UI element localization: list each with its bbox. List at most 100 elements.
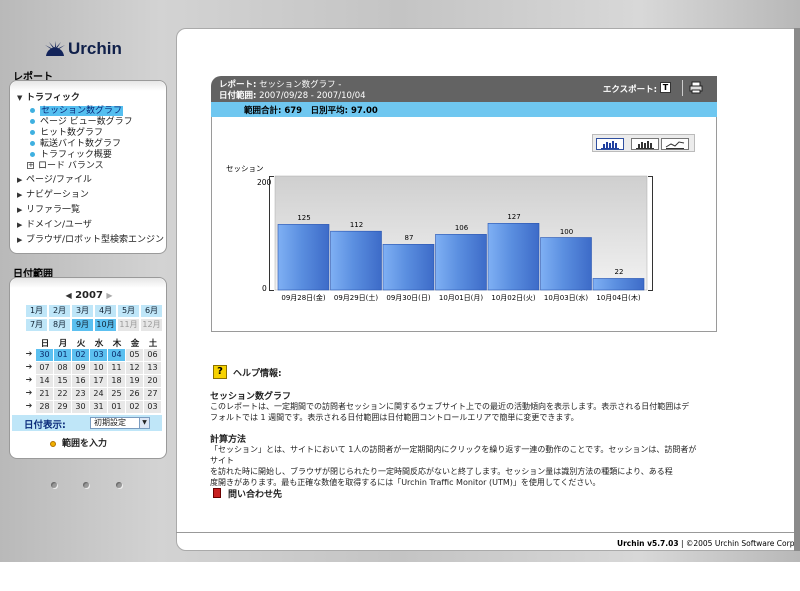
weekday-header: 水	[94, 339, 104, 349]
summary-bar: 範囲合計: 679 日別平均: 97.00	[211, 102, 717, 117]
collapsed-arrow-icon: ▶	[17, 191, 23, 199]
date-display-value: 初期設定	[94, 418, 126, 427]
day-cell[interactable]: 30	[36, 349, 53, 361]
day-cell[interactable]: 10	[90, 362, 107, 374]
nav-traffic[interactable]: ▼ トラフィック	[17, 90, 80, 103]
plus-icon: +	[27, 161, 34, 169]
line-chart-icon	[665, 141, 685, 149]
month-cell[interactable]: 6月	[141, 305, 162, 317]
day-cell[interactable]: 15	[54, 375, 71, 387]
nav-referrers[interactable]: ▶ リファラ一覧	[17, 202, 80, 215]
report-date-range: 日付範囲: 2007/09/28 - 2007/10/04	[219, 89, 366, 101]
nav-pages-files[interactable]: ▶ ページ/ファイル	[17, 172, 92, 185]
month-cell[interactable]: 8月	[49, 319, 70, 331]
bar-chart-button[interactable]	[596, 138, 624, 150]
x-tick-label: 09月30日(日)	[386, 294, 431, 302]
day-cell[interactable]: 02	[72, 349, 89, 361]
panel-shade	[10, 278, 166, 288]
card-right-edge	[794, 28, 800, 551]
month-cell[interactable]: 2月	[49, 305, 70, 317]
printer-icon[interactable]	[689, 81, 703, 94]
nav-domains-users-label: ドメイン/ユーザ	[26, 220, 92, 230]
day-cell[interactable]: 20	[144, 375, 161, 387]
day-cell[interactable]: 22	[54, 388, 71, 400]
help-line: 「セッション」とは、サイトにおいて 1人の訪問者が一定期間内にクリックを繰り返す…	[210, 445, 697, 465]
week-select-arrow-icon[interactable]: ➔	[24, 362, 34, 371]
date-display-label: 日付表示:	[24, 420, 66, 431]
x-tick-label: 10月02日(火)	[491, 294, 536, 302]
day-cell[interactable]: 03	[90, 349, 107, 361]
bar-value-label: 87	[404, 234, 414, 243]
month-cell[interactable]: 3月	[72, 305, 93, 317]
week-select-arrow-icon[interactable]: ➔	[24, 375, 34, 384]
day-cell[interactable]: 09	[72, 362, 89, 374]
day-cell[interactable]: 18	[108, 375, 125, 387]
nav-domains-users[interactable]: ▶ ドメイン/ユーザ	[17, 217, 92, 230]
day-cell[interactable]: 08	[54, 362, 71, 374]
day-cell[interactable]: 23	[72, 388, 89, 400]
urchin-logo[interactable]: Urchin	[44, 37, 122, 61]
day-cell[interactable]: 17	[90, 375, 107, 387]
bar-chart-alt-button[interactable]	[631, 138, 659, 150]
x-tick-label: 09月29日(土)	[333, 294, 379, 302]
date-display-select[interactable]: 初期設定 ▼	[90, 417, 150, 429]
bar-value-label: 112	[349, 221, 364, 230]
day-cell[interactable]: 04	[108, 349, 125, 361]
bar-chart-alt-icon	[636, 141, 654, 149]
brand-name: Urchin	[68, 39, 122, 58]
month-cell[interactable]: 7月	[26, 319, 47, 331]
day-cell[interactable]: 13	[144, 362, 161, 374]
week-select-arrow-icon[interactable]: ➔	[24, 388, 34, 397]
report-date-prefix: 日付範囲:	[219, 91, 257, 101]
next-year-icon[interactable]: ▶	[106, 291, 112, 300]
nav-navigation[interactable]: ▶ ナビゲーション	[17, 187, 89, 200]
bullet-icon	[30, 152, 35, 157]
week-select-arrow-icon[interactable]: ➔	[24, 349, 34, 358]
day-cell[interactable]: 21	[36, 388, 53, 400]
enter-range-button[interactable]: 範囲を入力	[50, 436, 107, 449]
day-cell[interactable]: 02	[126, 401, 143, 413]
help-line: 度開きがあります。最も正確な数値を取得するには「Urchin Traffic M…	[210, 478, 601, 487]
month-cell[interactable]: 10月	[95, 319, 116, 331]
day-cell[interactable]: 03	[144, 401, 161, 413]
month-cell[interactable]: 5月	[118, 305, 139, 317]
weekday-header: 火	[76, 339, 86, 349]
nav-browsers-robots-label: ブラウザ/ロボット型検索エンジン	[26, 235, 165, 245]
day-cell[interactable]: 30	[72, 401, 89, 413]
x-tick-label: 10月03日(水)	[543, 294, 589, 302]
help-line: このレポートは、一定期間での訪問者セッションに関するウェブサイト上での最近の活動…	[210, 402, 690, 411]
contact-link[interactable]: 問い合わせ先	[228, 487, 282, 500]
day-cell[interactable]: 05	[126, 349, 143, 361]
month-cell[interactable]: 9月	[72, 319, 93, 331]
month-cell[interactable]: 1月	[26, 305, 47, 317]
day-cell[interactable]: 01	[108, 401, 125, 413]
day-cell[interactable]: 19	[126, 375, 143, 387]
day-cell[interactable]: 24	[90, 388, 107, 400]
prev-year-icon[interactable]: ◀	[65, 291, 71, 300]
day-cell[interactable]: 26	[126, 388, 143, 400]
y-tick-min: 0	[262, 284, 267, 293]
bar-value-label: 125	[297, 214, 311, 223]
help-line: を訪れた時に開始し、ブラウザが閉じられたり一定時間反応がないと終了します。セッシ…	[210, 467, 673, 476]
day-cell[interactable]: 25	[108, 388, 125, 400]
day-cell[interactable]: 29	[54, 401, 71, 413]
nav-browsers-robots[interactable]: ▶ ブラウザ/ロボット型検索エンジン	[17, 232, 164, 245]
day-cell[interactable]: 12	[126, 362, 143, 374]
nav-load-balance[interactable]: + ロード バランス	[27, 158, 104, 171]
month-cell: 12月	[141, 319, 162, 331]
day-cell[interactable]: 06	[144, 349, 161, 361]
week-select-arrow-icon[interactable]: ➔	[24, 401, 34, 410]
line-chart-button[interactable]	[661, 138, 689, 150]
day-cell[interactable]: 16	[72, 375, 89, 387]
day-cell[interactable]: 01	[54, 349, 71, 361]
day-cell[interactable]: 28	[36, 401, 53, 413]
day-cell[interactable]: 31	[90, 401, 107, 413]
help-section-body: 「セッション」とは、サイトにおいて 1人の訪問者が一定期間内にクリックを繰り返す…	[210, 444, 700, 488]
export-text-icon[interactable]: T	[660, 82, 671, 93]
day-cell[interactable]: 11	[108, 362, 125, 374]
day-cell[interactable]: 07	[36, 362, 53, 374]
calendar-year-value: 2007	[75, 290, 103, 301]
day-cell[interactable]: 14	[36, 375, 53, 387]
month-cell[interactable]: 4月	[95, 305, 116, 317]
day-cell[interactable]: 27	[144, 388, 161, 400]
